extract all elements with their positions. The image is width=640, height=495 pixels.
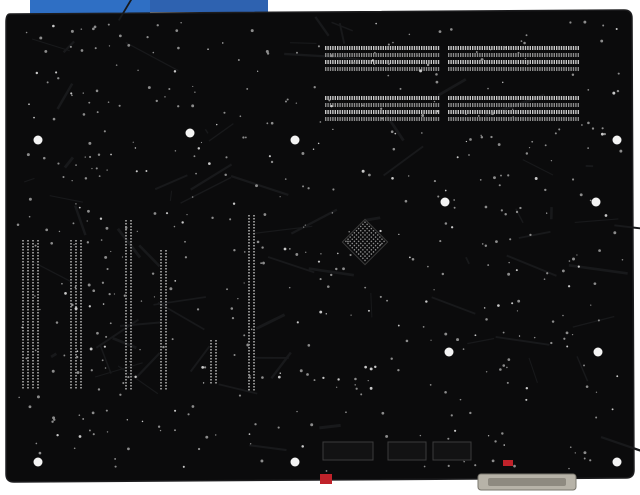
mounting-hole	[290, 457, 300, 467]
io-header	[387, 441, 427, 461]
mounting-hole	[593, 347, 603, 357]
mounting-hole	[290, 135, 300, 145]
mounting-hole	[185, 128, 195, 138]
mounting-hole	[612, 135, 622, 145]
pcb-board	[5, 9, 635, 483]
mounting-hole	[591, 197, 601, 207]
motherboard-photo	[5, 0, 640, 491]
mounting-hole	[444, 347, 454, 357]
mounting-hole	[440, 197, 450, 207]
mounting-hole	[33, 135, 43, 145]
mounting-hole	[33, 457, 43, 467]
photo-stage	[0, 0, 640, 495]
io-header-3	[322, 441, 374, 461]
mounting-hole	[612, 457, 622, 467]
blue-connector-right	[150, 0, 268, 12]
audio-jack-pink	[320, 474, 332, 484]
red-jumper	[503, 460, 513, 466]
io-header-2	[432, 441, 472, 461]
